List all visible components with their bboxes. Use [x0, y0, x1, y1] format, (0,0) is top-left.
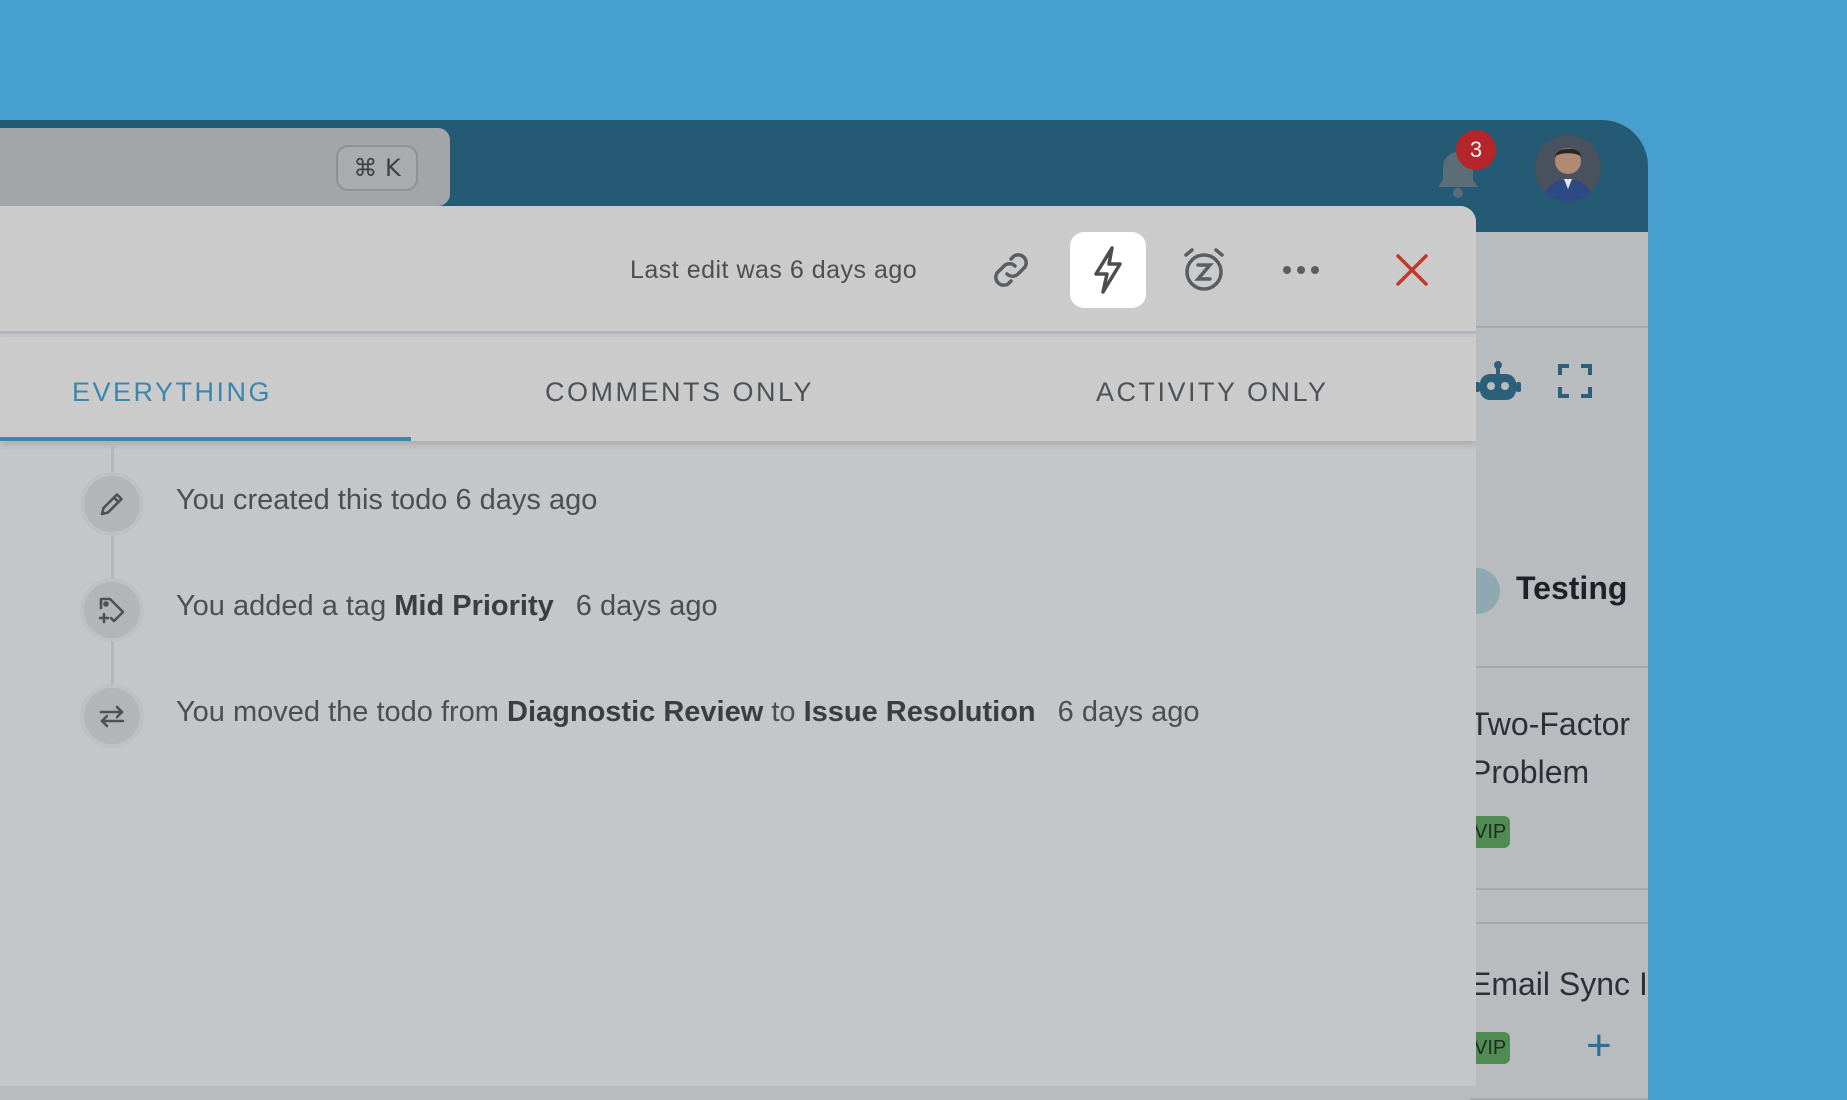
more-dots-icon	[1283, 266, 1319, 274]
event-text: You created this todo 6 days ago	[176, 484, 598, 516]
card-title[interactable]: Two-Factor	[1470, 700, 1630, 748]
event-icon-wrapper	[80, 684, 144, 748]
activity-filter-tabs: EVERYTHING COMMENTS ONLY ACTIVITY ONLY	[0, 337, 1476, 441]
card-title[interactable]: Email Sync Is	[1470, 960, 1648, 1008]
divider	[1470, 326, 1648, 328]
close-icon	[1396, 254, 1428, 286]
event-icon-wrapper	[80, 472, 144, 536]
event-to-stage: Issue Resolution	[803, 696, 1036, 728]
event-prefix: You moved the todo from	[176, 696, 508, 728]
user-avatar[interactable]	[1535, 135, 1601, 201]
search-bar[interactable]: ⌘ K	[0, 128, 450, 206]
event-time: 6 days ago	[575, 590, 718, 622]
active-tab-indicator	[0, 437, 411, 441]
tab-everything[interactable]: EVERYTHING	[72, 377, 272, 408]
column-title: Testing	[1516, 570, 1628, 606]
tab-activity-only[interactable]: ACTIVITY ONLY	[1096, 377, 1329, 408]
tab-comments-only[interactable]: COMMENTS ONLY	[545, 377, 814, 408]
fullscreen-icon[interactable]	[1558, 364, 1592, 403]
copy-link-button[interactable]	[973, 232, 1049, 308]
alarm-clock-icon	[1184, 248, 1224, 291]
divider	[1470, 922, 1648, 924]
modal-toolbar: Last edit was 6 days ago	[0, 206, 1476, 334]
todo-detail-modal: Last edit was 6 days ago EVERYTHING COMM…	[0, 206, 1476, 1086]
link-icon	[994, 253, 1028, 287]
more-options-button[interactable]	[1263, 232, 1339, 308]
event-text: You moved the todo from Diagnostic Revie…	[176, 696, 1200, 729]
snooze-button[interactable]	[1166, 232, 1242, 308]
robot-icon[interactable]	[1474, 360, 1522, 409]
vip-tag: VIP	[1470, 816, 1510, 848]
search-shortcut-hint: ⌘ K	[336, 145, 418, 191]
divider	[1470, 666, 1648, 668]
board-panel: Testing Two-Factor Problem VIP Email Syn…	[1470, 232, 1648, 1100]
event-middle: to	[763, 696, 804, 728]
move-arrows-icon	[99, 705, 125, 728]
event-icon-wrapper	[80, 578, 144, 642]
add-card-plus-icon[interactable]: +	[1586, 1024, 1612, 1068]
automation-button[interactable]	[1070, 232, 1146, 308]
close-button[interactable]	[1374, 232, 1450, 308]
card-title-line2[interactable]: Problem	[1470, 748, 1589, 796]
event-prefix: You added a tag	[176, 590, 395, 622]
pencil-icon	[100, 493, 123, 516]
last-edit-text: Last edit was 6 days ago	[630, 256, 918, 284]
event-text: You added a tag Mid Priority 6 days ago	[176, 590, 718, 623]
event-tag-name: Mid Priority	[394, 590, 554, 622]
vip-tag: VIP	[1470, 1032, 1510, 1064]
lightning-icon	[1094, 246, 1122, 294]
tag-add-icon	[98, 597, 125, 624]
divider	[1470, 888, 1648, 890]
notification-count-badge: 3	[1456, 130, 1496, 170]
event-time: 6 days ago	[1057, 696, 1200, 728]
event-from-stage: Diagnostic Review	[507, 696, 764, 728]
